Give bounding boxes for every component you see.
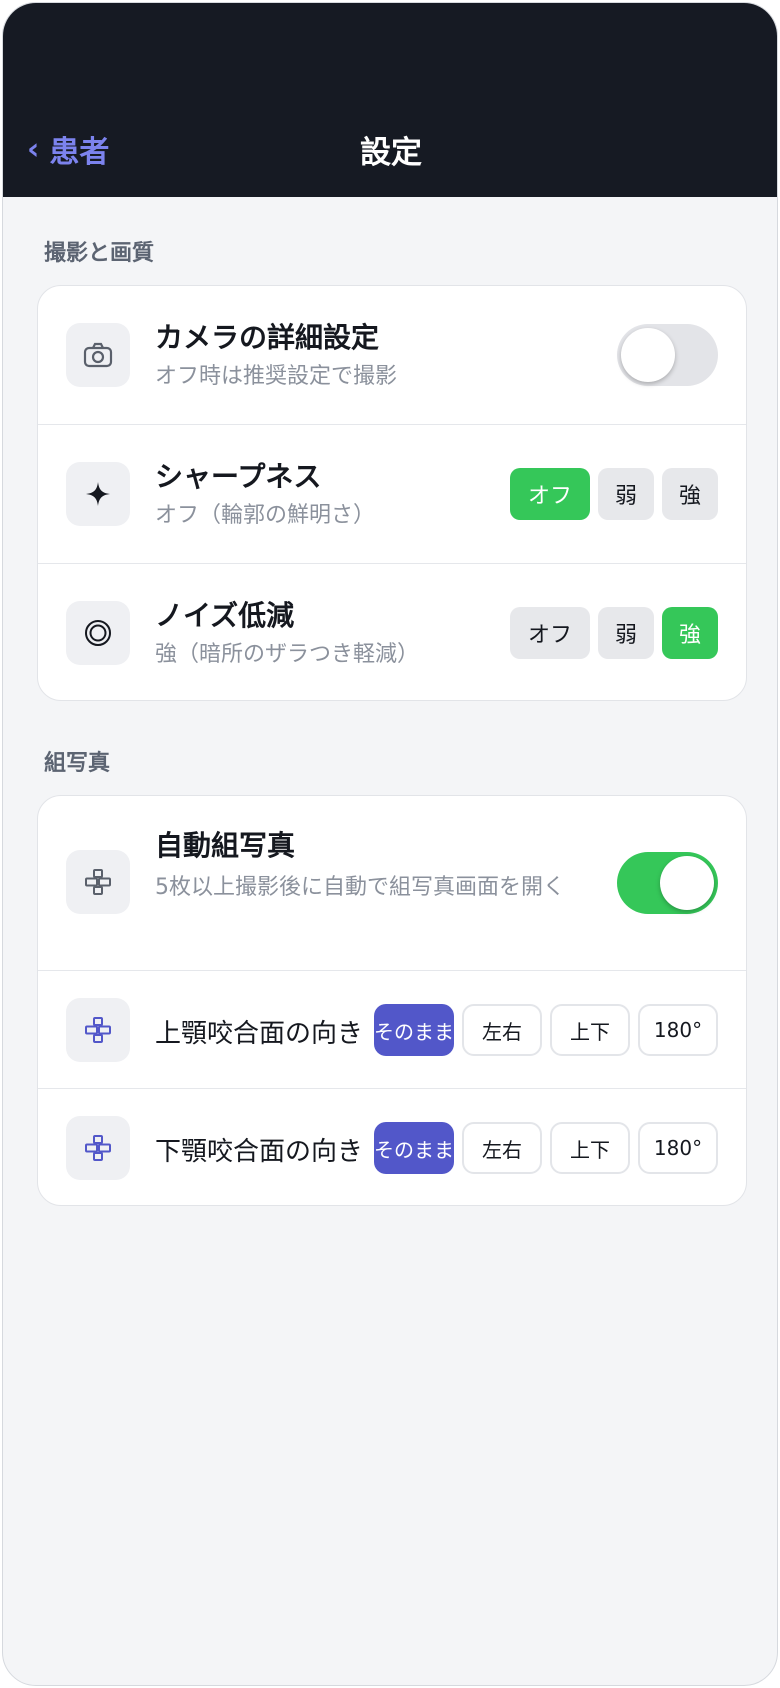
upper-option-left-right[interactable]: 左右	[462, 1004, 542, 1056]
capture-settings-card: カメラの詳細設定 オフ時は推奨設定で撮影 シャープネス オフ（輪郭の鮮明さ） オ…	[37, 285, 747, 701]
grid-cross-icon	[66, 850, 130, 914]
sharpness-segmented-control: オフ 弱 強	[510, 468, 718, 520]
phone-screen: ‹ 患者 設定 撮影と画質 カメラの詳細設定 オフ時は推奨設定で撮影 シャープネ…	[2, 2, 778, 1686]
lower-option-up-down[interactable]: 上下	[550, 1122, 630, 1174]
sharpness-option-weak[interactable]: 弱	[598, 468, 654, 520]
sharpness-subtitle: オフ（輪郭の鮮明さ）	[155, 503, 376, 528]
lower-option-left-right[interactable]: 左右	[462, 1122, 542, 1174]
upper-jaw-orientation-row: 上顎咬合面の向き そのまま 左右 上下 180°	[38, 970, 746, 1088]
noise-option-off[interactable]: オフ	[510, 607, 590, 659]
auto-collage-subtitle: 5枚以上撮影後に自動で組写真画面を開く	[155, 875, 565, 900]
upper-option-as-is[interactable]: そのまま	[374, 1004, 454, 1056]
auto-collage-title: 自動組写真	[155, 829, 296, 862]
camera-settings-subtitle: オフ時は推奨設定で撮影	[155, 364, 398, 389]
toggle-knob	[621, 328, 675, 382]
section-label-collage: 組写真	[44, 751, 111, 776]
sharpness-option-off[interactable]: オフ	[510, 468, 590, 520]
sharpness-row: シャープネス オフ（輪郭の鮮明さ） オフ 弱 強	[38, 424, 746, 563]
grid-cross-icon	[66, 1116, 130, 1180]
noise-reduction-row: ノイズ低減 強（暗所のザラつき軽減） オフ 弱 強	[38, 563, 746, 700]
upper-option-180[interactable]: 180°	[638, 1004, 718, 1056]
section-label-capture: 撮影と画質	[44, 241, 155, 266]
auto-collage-row: 自動組写真 5枚以上撮影後に自動で組写真画面を開く	[38, 796, 746, 970]
noise-segmented-control: オフ 弱 強	[510, 607, 718, 659]
navigation-bar: ‹ 患者 設定	[3, 3, 777, 197]
noise-reduction-title: ノイズ低減	[155, 599, 295, 632]
lower-jaw-orientation-row: 下顎咬合面の向き そのまま 左右 上下 180°	[38, 1088, 746, 1205]
upper-option-up-down[interactable]: 上下	[550, 1004, 630, 1056]
noise-reduction-subtitle: 強（暗所のザラつき軽減）	[155, 642, 420, 667]
collage-settings-card: 自動組写真 5枚以上撮影後に自動で組写真画面を開く 上顎咬合面の向き そのまま …	[37, 795, 747, 1206]
concentric-circle-icon	[66, 601, 130, 665]
lower-option-180[interactable]: 180°	[638, 1122, 718, 1174]
camera-settings-toggle[interactable]	[617, 324, 718, 386]
camera-icon	[66, 323, 130, 387]
upper-jaw-orientation-title: 上顎咬合面の向き	[155, 1019, 364, 1049]
sharpness-option-strong[interactable]: 強	[662, 468, 718, 520]
lower-jaw-orientation-control: そのまま 左右 上下 180°	[374, 1122, 718, 1174]
noise-option-strong[interactable]: 強	[662, 607, 718, 659]
sparkle-icon	[66, 462, 130, 526]
lower-option-as-is[interactable]: そのまま	[374, 1122, 454, 1174]
toggle-knob	[660, 856, 714, 910]
camera-settings-title: カメラの詳細設定	[155, 321, 380, 354]
upper-jaw-orientation-control: そのまま 左右 上下 180°	[374, 1004, 718, 1056]
noise-option-weak[interactable]: 弱	[598, 607, 654, 659]
camera-settings-row: カメラの詳細設定 オフ時は推奨設定で撮影	[38, 286, 746, 424]
page-title: 設定	[360, 135, 422, 171]
auto-collage-toggle[interactable]	[617, 852, 718, 914]
lower-jaw-orientation-title: 下顎咬合面の向き	[155, 1137, 364, 1167]
grid-cross-icon	[66, 998, 130, 1062]
sharpness-title: シャープネス	[155, 460, 322, 493]
